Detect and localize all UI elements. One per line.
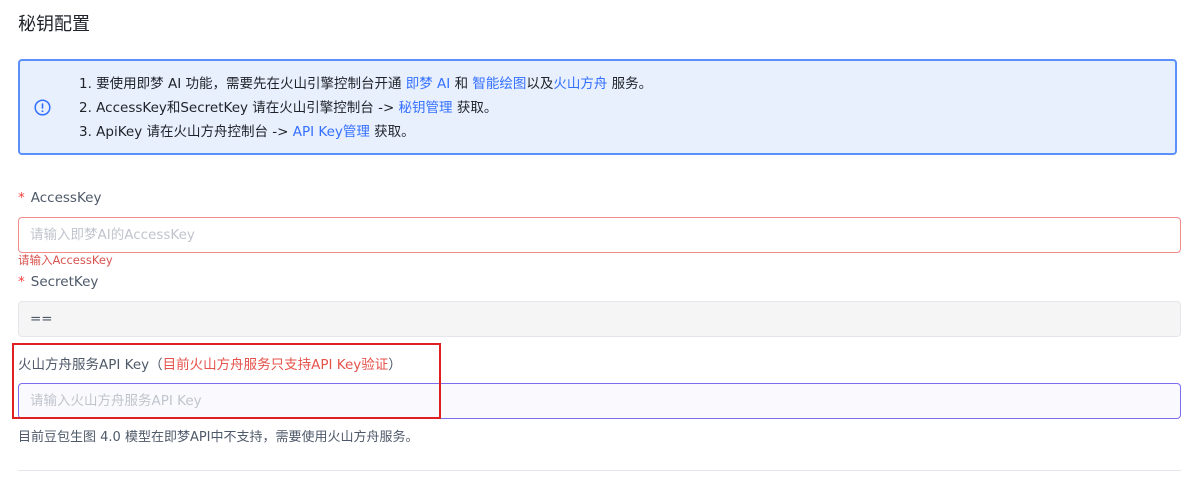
divider: [18, 470, 1181, 471]
required-mark: *: [18, 274, 25, 290]
access-key-label: * AccessKey: [18, 188, 101, 208]
alert-line-1-suffix: 服务。: [607, 76, 653, 92]
alert-line-1: 1. 要使用即梦 AI 功能，需要先在火山引擎控制台开通 即梦 AI 和 智能绘…: [79, 72, 652, 96]
secret-key-label: * SecretKey: [18, 272, 98, 292]
alert-line-1-text: 1. 要使用即梦 AI 功能，需要先在火山引擎控制台开通: [79, 76, 406, 92]
api-key-management-link[interactable]: API Key管理: [293, 124, 370, 140]
alert-line-3-suffix: 获取。: [369, 124, 415, 140]
secret-management-link[interactable]: 秘钥管理: [399, 100, 453, 116]
secret-config-page: 秘钥配置 1. 要使用即梦 AI 功能，需要先在火山引擎控制台开通 即梦 AI …: [0, 0, 1199, 491]
page-title: 秘钥配置: [18, 14, 90, 35]
secret-key-label-text: SecretKey: [30, 274, 99, 290]
info-circle-icon: [34, 99, 51, 116]
access-key-error: 请输入AccessKey: [18, 253, 113, 267]
alert-content: 1. 要使用即梦 AI 功能，需要先在火山引擎控制台开通 即梦 AI 和 智能绘…: [79, 72, 652, 144]
highlight-box: [12, 343, 441, 419]
api-key-help: 目前豆包生图 4.0 模型在即梦API中不支持，需要使用火山方舟服务。: [18, 430, 419, 445]
alert-line-2-text: 2. AccessKey和SecretKey 请在火山引擎控制台 ->: [79, 100, 399, 116]
alert-line-3: 3. ApiKey 请在火山方舟控制台 -> API Key管理 获取。: [79, 120, 652, 144]
alert-line-1-and: 和: [450, 76, 473, 92]
alert-line-3-text: 3. ApiKey 请在火山方舟控制台 ->: [79, 124, 293, 140]
smart-drawing-link[interactable]: 智能绘图: [472, 76, 526, 92]
alert-line-2: 2. AccessKey和SecretKey 请在火山引擎控制台 -> 秘钥管理…: [79, 96, 652, 120]
info-alert: 1. 要使用即梦 AI 功能，需要先在火山引擎控制台开通 即梦 AI 和 智能绘…: [18, 59, 1177, 155]
access-key-label-text: AccessKey: [30, 190, 102, 206]
required-mark: *: [18, 190, 25, 206]
access-key-input[interactable]: [18, 217, 1181, 253]
alert-line-1-also: 以及: [526, 76, 554, 92]
secret-key-input[interactable]: [18, 301, 1181, 337]
volcano-ark-link[interactable]: 火山方舟: [553, 76, 607, 92]
jimeng-ai-link[interactable]: 即梦 AI: [406, 76, 451, 92]
alert-line-2-suffix: 获取。: [452, 100, 498, 116]
